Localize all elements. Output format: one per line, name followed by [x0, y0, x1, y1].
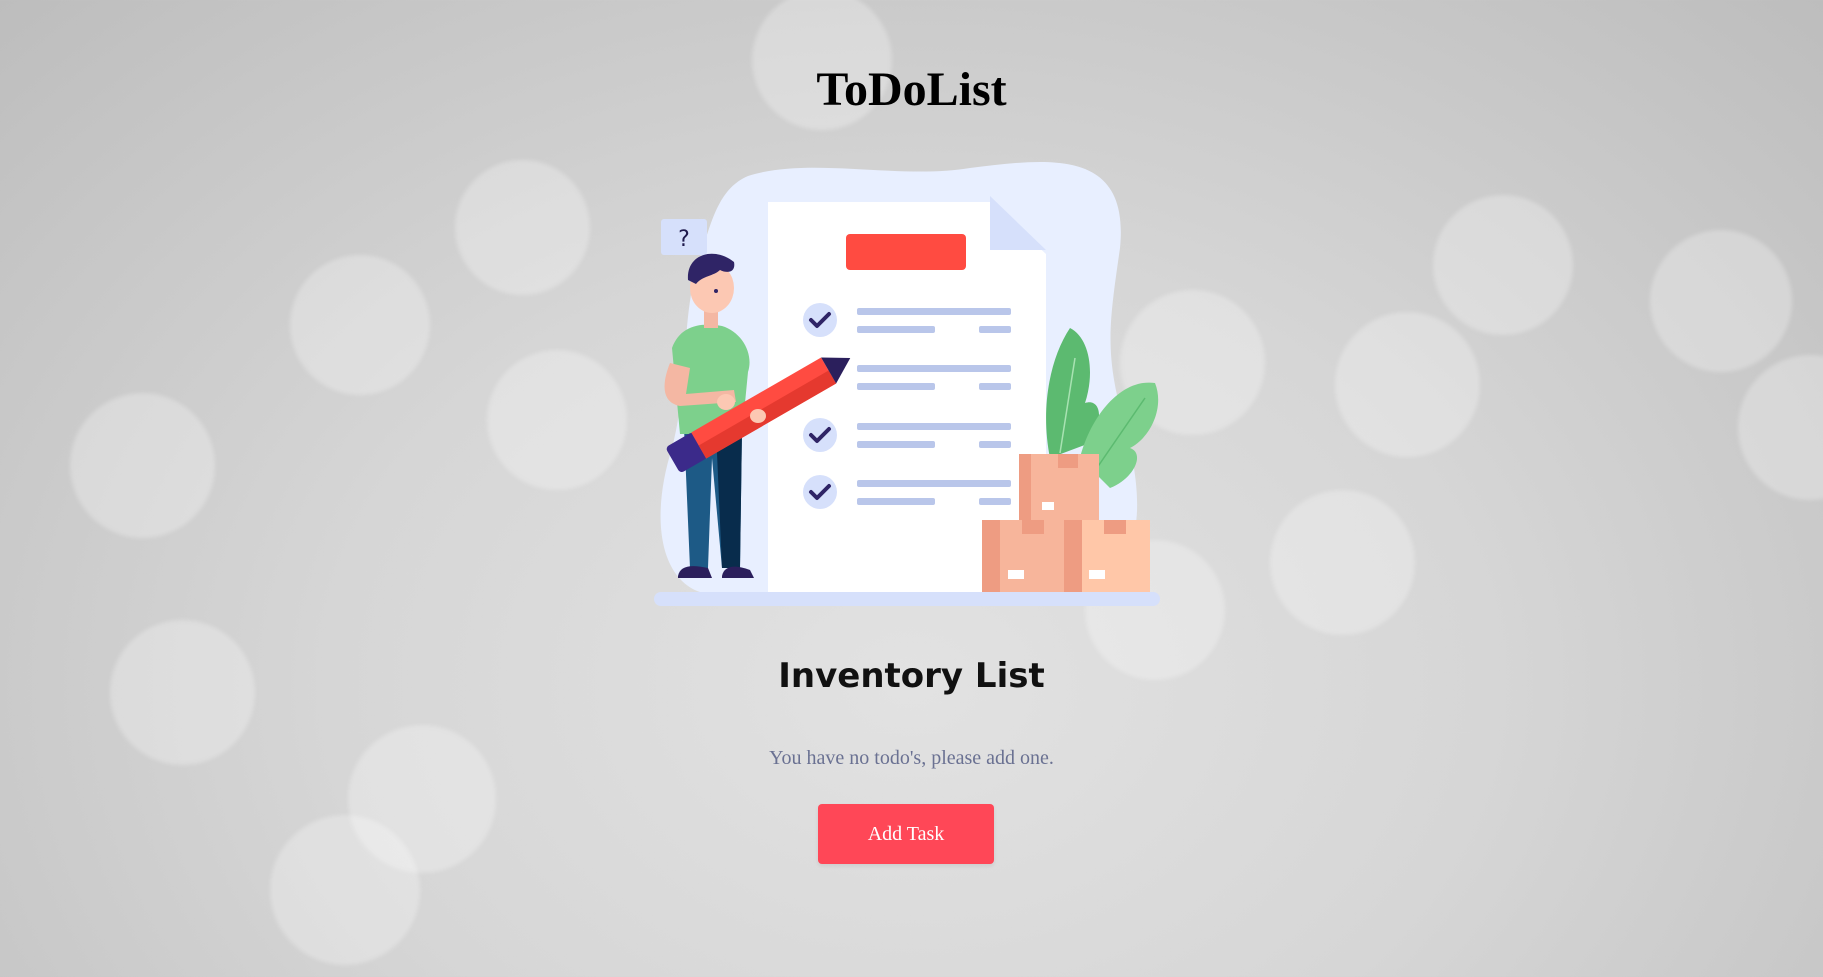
- question-mark: ?: [678, 227, 690, 252]
- list-title: Inventory List: [778, 656, 1045, 696]
- ground-shadow: [654, 592, 1160, 606]
- check-icon: [803, 418, 837, 452]
- document-header-bar: [846, 234, 966, 270]
- hero-illustration: ?: [650, 158, 1170, 610]
- check-icon: [803, 303, 837, 337]
- check-icon: [803, 475, 837, 509]
- add-task-button[interactable]: Add Task: [818, 804, 994, 864]
- page-title: ToDoList: [816, 63, 1007, 116]
- empty-state-message: You have no todo's, please add one.: [769, 747, 1054, 769]
